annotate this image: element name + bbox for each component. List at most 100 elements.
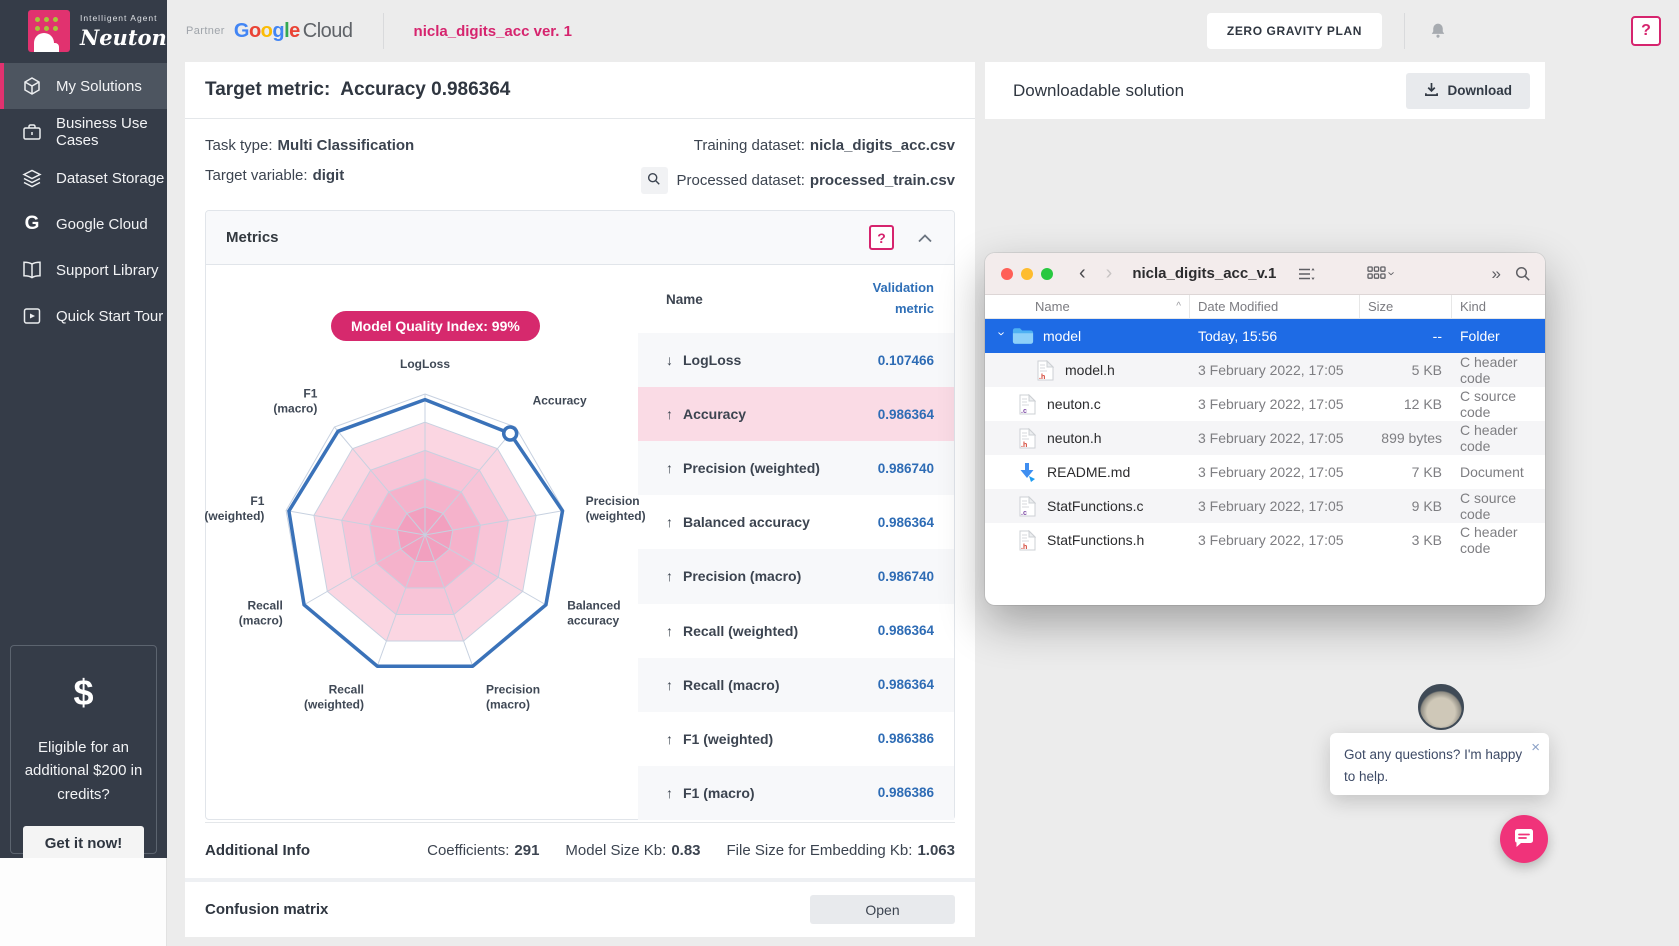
sidebar-item-label: My Solutions — [56, 78, 142, 95]
back-chevron-icon[interactable]: ‹ — [1079, 262, 1086, 285]
google-cloud-logo: GoogleCloud — [234, 20, 353, 43]
target-metric-header: Target metric: Accuracy 0.986364 — [185, 62, 975, 119]
target-metric-value: Accuracy 0.986364 — [340, 79, 510, 101]
metrics-panel: Metrics ? Model Quality Index: 99% LogLo… — [205, 210, 955, 820]
open-confusion-matrix-button[interactable]: Open — [810, 895, 955, 924]
metric-row[interactable]: ↑F1 (macro)0.986386 — [638, 766, 954, 820]
finder-row[interactable]: .hmodel.h3 February 2022, 17:055 KBC hea… — [985, 353, 1545, 387]
task-type-value: Multi Classification — [278, 137, 415, 154]
finder-row[interactable]: ›modelToday, 15:56--Folder — [985, 319, 1545, 353]
solution-detail-card: Target metric: Accuracy 0.986364 Task ty… — [185, 62, 975, 937]
sidebar-item-support-library[interactable]: Support Library — [0, 247, 167, 293]
plan-button[interactable]: ZERO GRAVITY PLAN — [1207, 13, 1382, 49]
metric-row[interactable]: ↑Precision (macro)0.986740 — [638, 549, 954, 603]
metric-row[interactable]: ↓LogLoss0.107466 — [638, 333, 954, 387]
sidebar-item-my-solutions[interactable]: My Solutions — [0, 63, 167, 109]
help-button[interactable]: ? — [1631, 16, 1661, 46]
radar-axis-label: Precision(macro) — [486, 683, 540, 712]
metric-value: 0.107466 — [878, 353, 934, 368]
target-variable-label: Target variable: — [205, 167, 308, 184]
sidebar-item-quick-start-tour[interactable]: Quick Start Tour — [0, 293, 167, 339]
svg-text:.c: .c — [1021, 408, 1027, 415]
metric-value: 0.986364 — [878, 677, 934, 692]
sidebar-item-label: Support Library — [56, 262, 159, 279]
file-name: model — [1043, 328, 1081, 344]
column-header-date-modified[interactable]: Date Modified — [1190, 295, 1360, 318]
toolbar-overflow-icon[interactable]: » — [1492, 264, 1499, 284]
metric-name: ↑Accuracy — [666, 406, 746, 422]
metric-row[interactable]: ↑Accuracy0.986364 — [638, 387, 954, 441]
get-it-now-button[interactable]: Get it now! — [23, 826, 145, 861]
chat-launcher-button[interactable] — [1500, 815, 1548, 863]
metric-row[interactable]: ↑Precision (weighted)0.986740 — [638, 441, 954, 495]
list-view-sort-icon[interactable] — [1298, 267, 1315, 281]
chat-message: Got any questions? I'm happy to help. — [1344, 747, 1522, 784]
collapse-chevron-icon[interactable] — [914, 228, 936, 248]
metric-row[interactable]: ↑Balanced accuracy0.986364 — [638, 495, 954, 549]
forward-chevron-icon[interactable]: › — [1106, 262, 1113, 285]
metrics-help-button[interactable]: ? — [869, 225, 894, 250]
file-name: neuton.c — [1047, 396, 1101, 412]
window-close-button[interactable] — [1001, 268, 1013, 280]
column-header-size[interactable]: Size — [1360, 295, 1452, 318]
target-variable-value: digit — [313, 167, 345, 184]
finder-row[interactable]: .cneuton.c3 February 2022, 17:0512 KBC s… — [985, 387, 1545, 421]
bell-icon[interactable] — [1427, 20, 1449, 42]
radar-axis-label: LogLoss — [400, 357, 450, 371]
finder-row[interactable]: .hneuton.h3 February 2022, 17:05899 byte… — [985, 421, 1545, 455]
brand-tagline: Intelligent Agent — [80, 13, 167, 23]
file-kind: C header code — [1452, 422, 1545, 454]
finder-row[interactable]: README.md3 February 2022, 17:057 KBDocum… — [985, 455, 1545, 489]
finder-titlebar[interactable]: ‹ › nicla_digits_acc_v.1 › » — [985, 253, 1545, 295]
briefcase-icon — [21, 121, 43, 143]
c-file-icon: .c — [1015, 496, 1039, 517]
column-header-kind[interactable]: Kind — [1452, 295, 1545, 318]
disclosure-chevron-icon[interactable]: › — [995, 331, 1010, 341]
svg-text:.h: .h — [1021, 544, 1027, 551]
download-button[interactable]: Download — [1406, 73, 1531, 109]
model-quality-badge: Model Quality Index: 99% — [331, 311, 540, 341]
agent-avatar — [1418, 684, 1464, 730]
dataset-search-button[interactable] — [641, 167, 668, 194]
metric-name: ↑Recall (macro) — [666, 677, 779, 693]
close-icon[interactable]: × — [1531, 740, 1540, 755]
model-size-stat: Model Size Kb:0.83 — [565, 842, 700, 859]
sidebar-item-label: Business Use Cases — [56, 115, 167, 149]
metric-value: 0.986740 — [878, 461, 934, 476]
radar-chart: LogLossAccuracyPrecision(weighted)Balanc… — [206, 295, 646, 773]
chat-popup: × Got any questions? I'm happy to help. — [1330, 733, 1549, 795]
neuton-logo-icon — [28, 10, 70, 52]
file-date: 3 February 2022, 17:05 — [1190, 464, 1360, 480]
confusion-matrix-title: Confusion matrix — [205, 901, 328, 918]
metric-row[interactable]: ↑F1 (weighted)0.986386 — [638, 712, 954, 766]
file-kind: Document — [1452, 464, 1545, 480]
credits-promo-card: $ Eligible for an additional $200 in cre… — [10, 645, 157, 854]
brand-logo: Intelligent Agent Neuton — [0, 0, 167, 62]
radar-axis-label: Recall(weighted) — [304, 683, 364, 712]
download-icon — [1424, 82, 1439, 100]
sidebar-item-dataset-storage[interactable]: Dataset Storage — [0, 155, 167, 201]
finder-row[interactable]: .cStatFunctions.c3 February 2022, 17:059… — [985, 489, 1545, 523]
sidebar-item-business-use-cases[interactable]: Business Use Cases — [0, 109, 167, 155]
metric-direction-arrow: ↑ — [666, 568, 673, 584]
metric-row[interactable]: ↑Recall (weighted)0.986364 — [638, 604, 954, 658]
finder-window-title: nicla_digits_acc_v.1 — [1132, 265, 1276, 282]
svg-text:.h: .h — [1039, 374, 1045, 381]
finder-column-headers: Name^ Date Modified Size Kind — [985, 295, 1545, 319]
google-g-icon: G — [21, 213, 43, 235]
sidebar-item-google-cloud[interactable]: G Google Cloud — [0, 201, 167, 247]
group-view-icon[interactable]: › — [1367, 266, 1394, 281]
metric-row[interactable]: ↑Recall (macro) 0.986364 — [638, 658, 954, 712]
window-minimize-button[interactable] — [1021, 268, 1033, 280]
sidebar-nav: My Solutions Business Use Cases Dataset … — [0, 63, 167, 339]
column-header-name[interactable]: Name^ — [985, 295, 1190, 318]
file-kind: Folder — [1452, 328, 1545, 344]
metric-direction-arrow: ↑ — [666, 785, 673, 801]
metric-direction-arrow: ↑ — [666, 406, 673, 422]
finder-search-icon[interactable] — [1515, 266, 1531, 282]
window-zoom-button[interactable] — [1041, 268, 1053, 280]
finder-row[interactable]: .hStatFunctions.h3 February 2022, 17:053… — [985, 523, 1545, 557]
task-type-label: Task type: — [205, 137, 273, 154]
sidebar-footer-area — [0, 858, 167, 946]
training-dataset-value: nicla_digits_acc.csv — [810, 137, 955, 154]
